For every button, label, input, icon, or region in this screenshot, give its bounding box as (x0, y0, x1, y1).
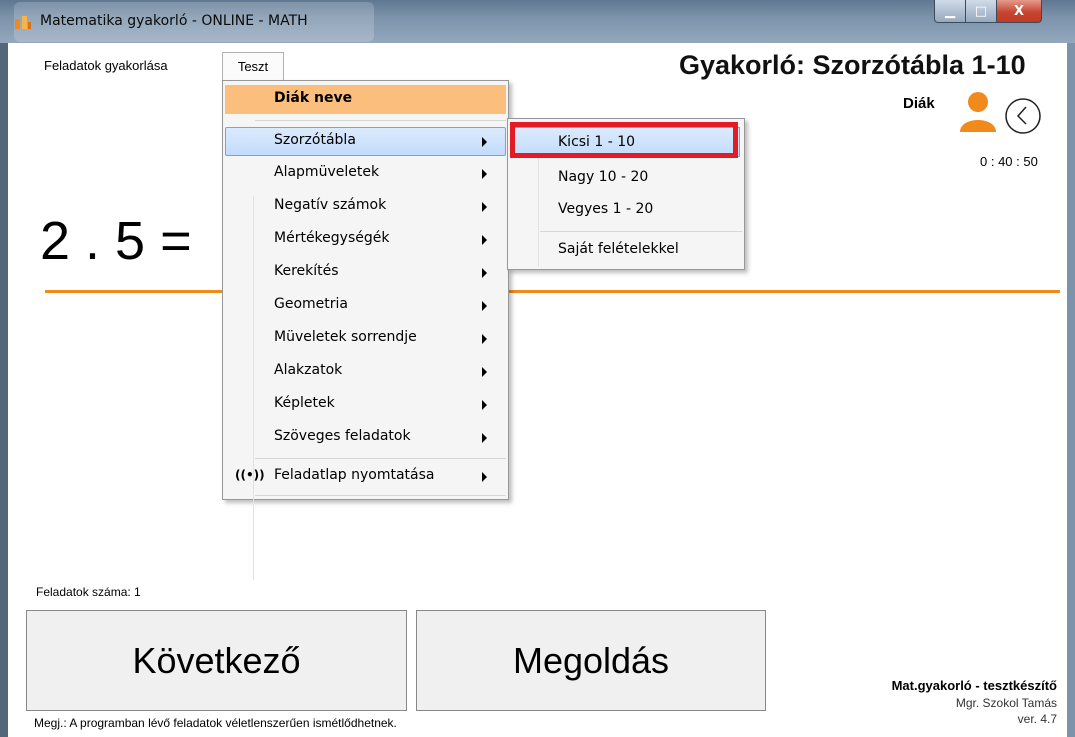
submenu-arrow-icon (482, 137, 487, 147)
broadcast-icon: ((•)) (235, 468, 265, 482)
menu-feladatok-gyakorlasa[interactable]: Feladatok gyakorlása (44, 58, 168, 73)
menu-item-label: Diák neve (274, 90, 353, 106)
submenu-item-sajat[interactable]: Saját felételekkel (510, 235, 740, 265)
next-button[interactable]: Következő (26, 610, 407, 711)
close-icon: X (1013, 3, 1025, 19)
menu-separator (255, 120, 506, 121)
menu-item-label: Alapmüveletek (274, 164, 380, 180)
submenu-arrow-icon (482, 202, 487, 212)
menu-item-label: Müveletek sorrendje (274, 329, 417, 345)
submenu-item-vegyes[interactable]: Vegyes 1 - 20 (510, 195, 740, 225)
submenu-item-label: Vegyes 1 - 20 (558, 201, 654, 217)
minimize-button[interactable]: ▁ (934, 0, 966, 23)
student-label: Diák (903, 95, 935, 112)
menu-item-alakzatok[interactable]: Alakzatok (225, 357, 506, 386)
window-frame-left (0, 43, 8, 737)
selection-highlight-box (510, 122, 738, 158)
maximize-icon: □ (974, 3, 988, 19)
submenu-arrow-icon (482, 367, 487, 377)
menu-separator (540, 231, 742, 232)
menu-item-negativ-szamok[interactable]: Negatív számok (225, 192, 506, 221)
footer-note: Megj.: A programban lévő feladatok vélet… (34, 716, 397, 730)
solution-button[interactable]: Megoldás (416, 610, 766, 711)
menu-separator (255, 458, 506, 459)
timer: 0 : 40 : 50 (980, 154, 1038, 169)
submenu-arrow-icon (482, 334, 487, 344)
menu-item-alapmuveletek[interactable]: Alapmüveletek (225, 159, 506, 188)
clock-icon (1005, 98, 1041, 134)
window-frame-right (1067, 43, 1075, 737)
divider-line (45, 290, 1060, 293)
maximize-button[interactable]: □ (965, 0, 997, 23)
menu-item-kepletek[interactable]: Képletek (225, 390, 506, 419)
menu-item-label: Szorzótábla (274, 132, 356, 148)
submenu-arrow-icon (482, 268, 487, 278)
menu-item-diak-neve[interactable]: Diák neve (225, 85, 506, 114)
submenu-arrow-icon (482, 235, 487, 245)
menu-item-kerekites[interactable]: Kerekítés (225, 258, 506, 287)
menu-item-label: Mértékegységék (274, 230, 390, 246)
submenu-arrow-icon (482, 472, 487, 482)
submenu-arrow-icon (482, 169, 487, 179)
menu-item-feladatlap-nyomtatasa[interactable]: ((•)) Feladatlap nyomtatása (225, 462, 506, 491)
page-title: Gyakorló: Szorzótábla 1-10 (679, 50, 1026, 80)
user-icon (960, 92, 996, 132)
minimize-icon: ▁ (945, 3, 955, 19)
submenu-arrow-icon (482, 301, 487, 311)
menu-separator (255, 495, 506, 496)
menu-item-label: Geometria (274, 296, 348, 312)
menu-item-mertekegysegek[interactable]: Mértékegységék (225, 225, 506, 254)
menu-item-szoveges-feladatok[interactable]: Szöveges feladatok (225, 423, 506, 452)
submenu-item-label: Saját felételekkel (558, 241, 679, 257)
menu-item-label: Kerekítés (274, 263, 339, 279)
close-button[interactable]: X (996, 0, 1042, 23)
menu-item-label: Alakzatok (274, 362, 343, 378)
version-label: ver. 4.7 (1017, 712, 1057, 726)
submenu-item-nagy[interactable]: Nagy 10 - 20 (510, 163, 740, 193)
teszt-dropdown-menu: Diák neve Szorzótábla Alapmüveletek Nega… (222, 80, 509, 580)
credit-title: Mat.gyakorló - tesztkészítő (891, 678, 1057, 693)
menu-teszt[interactable]: Teszt (222, 52, 284, 80)
window-title: Matematika gyakorló - ONLINE - MATH (40, 13, 308, 29)
task-count: Feladatok száma: 1 (36, 585, 141, 599)
app-icon (15, 16, 31, 29)
equation: 2 . 5 = (40, 211, 192, 271)
menu-item-label: Képletek (274, 395, 335, 411)
submenu-item-label: Nagy 10 - 20 (558, 169, 649, 185)
menu-item-label: Negatív számok (274, 197, 387, 213)
title-bar[interactable]: Matematika gyakorló - ONLINE - MATH (0, 0, 1075, 43)
credit-author: Mgr. Szokol Tamás (955, 696, 1057, 710)
submenu-arrow-icon (482, 433, 487, 443)
menu-item-label: Feladatlap nyomtatása (274, 467, 435, 483)
menu-item-geometria[interactable]: Geometria (225, 291, 506, 320)
submenu-arrow-icon (482, 400, 487, 410)
menu-item-label: Szöveges feladatok (274, 428, 411, 444)
menu-item-muveletek-sorrendje[interactable]: Müveletek sorrendje (225, 324, 506, 353)
menu-item-szorzotabla[interactable]: Szorzótábla (225, 127, 506, 156)
